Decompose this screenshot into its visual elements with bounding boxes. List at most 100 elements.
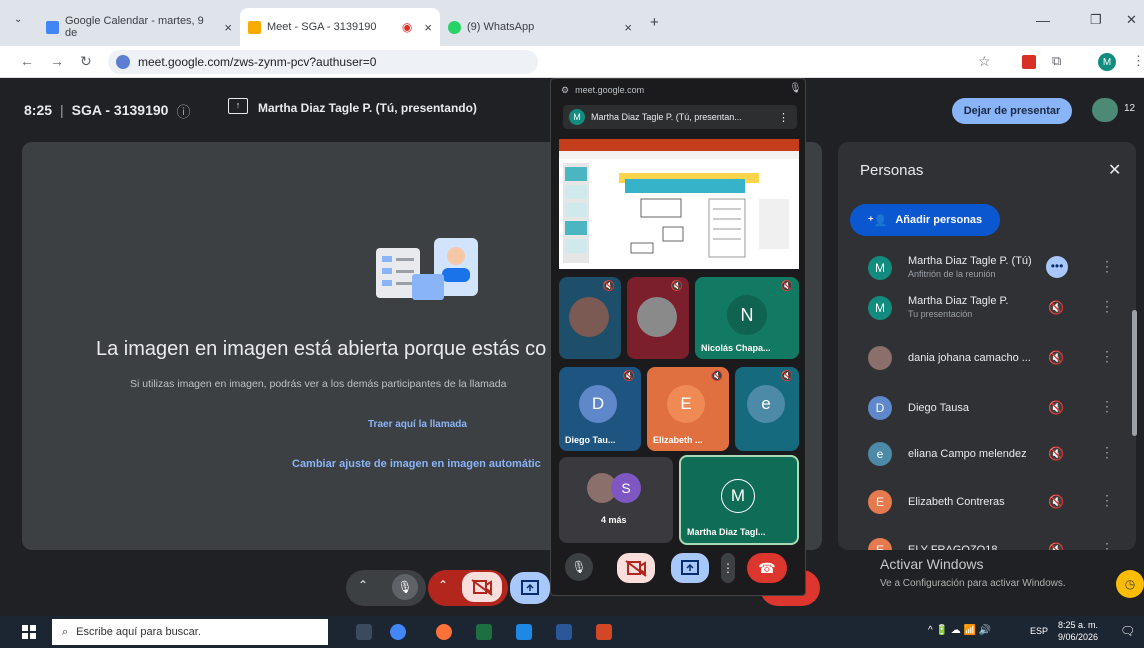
present-button[interactable] <box>671 553 709 583</box>
participant-menu-icon[interactable]: ⋮ <box>1100 492 1114 509</box>
mic-off-icon[interactable]: 🔇 <box>1048 300 1064 316</box>
camera-off-icon[interactable] <box>462 572 502 602</box>
participant-tile[interactable]: e 🔇 <box>735 367 799 451</box>
taskbar-search[interactable]: ⌕ Escribe aquí para buscar. <box>52 619 328 645</box>
change-pip-setting-link[interactable]: Cambiar ajuste de imagen en imagen autom… <box>292 458 550 470</box>
presenter-avatar: M <box>569 109 585 125</box>
participant-row[interactable]: D Diego Tausa 🔇 ⋮ <box>838 388 1136 428</box>
menu-icon[interactable]: ⋮ <box>1132 53 1144 69</box>
pip-presenter-bar: M Martha Diaz Tagle P. (Tú, presentan...… <box>563 105 797 129</box>
close-tab-icon[interactable]: × <box>224 20 232 35</box>
file-explorer-icon[interactable] <box>516 624 532 640</box>
clock[interactable]: 8:25 a. m. 9/06/2026 <box>1058 619 1098 643</box>
close-tab-icon[interactable]: × <box>424 20 432 35</box>
participant-row[interactable]: E Elizabeth Contreras 🔇 ⋮ <box>838 482 1136 522</box>
task-view-icon[interactable] <box>356 624 372 640</box>
participant-menu-icon[interactable]: ⋮ <box>1100 298 1114 315</box>
participant-avatar: S <box>611 473 641 503</box>
language-indicator[interactable]: ESP <box>1030 626 1048 636</box>
tab-meet[interactable]: Meet - SGA - 3139190 ◉ × <box>240 8 440 46</box>
add-people-button[interactable]: ⁺👤 Añadir personas <box>850 204 1000 236</box>
participant-name: Martha Diaz Tagle P. Tu presentación <box>908 295 1048 321</box>
people-panel: Personas ✕ ⁺👤 Añadir personas M Martha Di… <box>838 142 1136 550</box>
stop-presenting-button[interactable]: Dejar de presentar <box>952 98 1072 124</box>
more-actions-icon[interactable]: ••• <box>1046 256 1068 278</box>
mic-off-icon[interactable]: 🔇 <box>1048 400 1064 416</box>
participant-tile[interactable]: N 🔇 Nicolás Chapa... <box>695 277 799 359</box>
participant-row[interactable]: E ELY FRAGOZO18 🔇 ⋮ <box>838 530 1136 550</box>
pip-description: Si utilizas imagen en imagen, podrás ver… <box>130 378 507 390</box>
mic-icon[interactable]: 🎙 <box>789 83 802 94</box>
minimize-button[interactable]: — <box>1036 12 1050 28</box>
presenting-icon: ↑ <box>228 98 248 114</box>
tab-label: (9) WhatsApp <box>467 21 535 33</box>
participant-count: 12 <box>1124 103 1136 114</box>
leave-call-button[interactable]: ☎ <box>747 553 787 583</box>
tab-whatsapp[interactable]: (9) WhatsApp × <box>440 8 640 46</box>
participant-row[interactable]: M Martha Diaz Tagle P. Tu presentación 🔇 ⋮ <box>838 288 1136 328</box>
camera-off-button[interactable] <box>617 553 655 583</box>
info-icon[interactable]: ⓘ <box>176 102 190 122</box>
mic-off-icon[interactable]: 🔇 <box>1048 494 1064 510</box>
firefox-icon[interactable] <box>436 624 452 640</box>
mic-off-icon[interactable]: 🔇 <box>1048 542 1064 550</box>
forward-icon[interactable]: → <box>50 53 64 69</box>
participant-name: Martha Diaz Tagle P. (Tú) Anfitrión de la… <box>908 255 1048 281</box>
bring-call-link[interactable]: Traer aquí la llamada <box>368 419 467 430</box>
close-tab-icon[interactable]: × <box>624 20 632 35</box>
participant-menu-icon[interactable]: ⋮ <box>1100 258 1114 275</box>
present-screen-icon[interactable] <box>510 572 550 604</box>
participant-tile[interactable]: 🔇 <box>627 277 689 359</box>
restore-button[interactable]: ❐ <box>1090 12 1102 28</box>
close-window-button[interactable]: ✕ <box>1126 12 1137 28</box>
participant-row[interactable]: dania johana camacho ... 🔇 ⋮ <box>838 338 1136 378</box>
participant-menu-icon[interactable]: ⋮ <box>1100 444 1114 461</box>
panel-scrollbar[interactable] <box>1132 310 1137 436</box>
new-tab-button[interactable]: + <box>650 14 659 31</box>
participant-menu-icon[interactable]: ⋮ <box>1100 540 1114 550</box>
tab-calendar[interactable]: Google Calendar - martes, 9 de × <box>38 8 240 46</box>
more-options-icon[interactable]: ⋮ <box>778 111 789 124</box>
extensions-puzzle-icon[interactable]: ⧉ <box>1052 53 1061 69</box>
chevron-up-icon[interactable]: ⌃ <box>358 578 368 592</box>
participant-tile[interactable]: D 🔇 Diego Tau... <box>559 367 641 451</box>
participant-menu-icon[interactable]: ⋮ <box>1100 398 1114 415</box>
meet-icon <box>248 20 261 34</box>
mic-off-icon[interactable]: 🔇 <box>1048 350 1064 366</box>
timer-icon[interactable]: ◷ <box>1116 570 1144 598</box>
more-participants-tile[interactable]: S 4 más <box>559 457 673 543</box>
back-icon[interactable]: ← <box>20 53 34 69</box>
mic-icon[interactable]: 🎙 <box>392 574 418 600</box>
profile-avatar[interactable]: M <box>1098 53 1116 71</box>
search-icon: ⌕ <box>62 625 69 638</box>
participant-name-text: Martha Diaz Tagle P. <box>908 295 1009 307</box>
chevron-up-icon[interactable]: ⌃ <box>438 578 448 592</box>
participant-tile[interactable]: 🔇 <box>559 277 621 359</box>
add-person-icon: ⁺👤 <box>867 214 888 227</box>
chrome-icon[interactable] <box>390 624 406 640</box>
participant-tile[interactable]: E 🔇 Elizabeth ... <box>647 367 729 451</box>
reload-icon[interactable]: ↻ <box>80 53 92 70</box>
extension-icon[interactable] <box>1022 55 1036 69</box>
participant-menu-icon[interactable]: ⋮ <box>1100 348 1114 365</box>
word-icon[interactable] <box>556 624 572 640</box>
site-info-icon[interactable] <box>116 55 130 69</box>
mic-button[interactable]: 🎙 <box>565 553 593 581</box>
url-field[interactable]: meet.google.com/zws-zynm-pcv?authuser=0 <box>108 50 538 74</box>
participant-row[interactable]: M Martha Diaz Tagle P. (Tú) Anfitrión de l… <box>838 248 1136 288</box>
system-tray-icons[interactable]: ^ 🔋 ☁ 📶 🔊 <box>928 625 991 636</box>
more-options-button[interactable]: ⋮ <box>721 553 735 583</box>
notifications-icon[interactable]: 🗨 <box>1120 624 1135 638</box>
participant-row[interactable]: e eliana Campo melendez 🔇 ⋮ <box>838 434 1136 474</box>
self-tile[interactable]: M Martha Diaz Tagl... <box>679 455 799 545</box>
url-text: meet.google.com/zws-zynm-pcv?authuser=0 <box>138 55 377 69</box>
participants-avatars-icon[interactable] <box>1092 98 1118 122</box>
excel-icon[interactable] <box>476 624 492 640</box>
mic-off-icon: 🔇 <box>710 371 723 382</box>
mic-off-icon[interactable]: 🔇 <box>1048 446 1064 462</box>
tab-search-icon[interactable]: ⌄ <box>14 14 22 25</box>
bookmark-star-icon[interactable]: ☆ <box>978 53 991 70</box>
powerpoint-icon[interactable] <box>596 624 612 640</box>
close-panel-icon[interactable]: ✕ <box>1108 160 1121 180</box>
windows-start-icon[interactable] <box>22 625 36 639</box>
